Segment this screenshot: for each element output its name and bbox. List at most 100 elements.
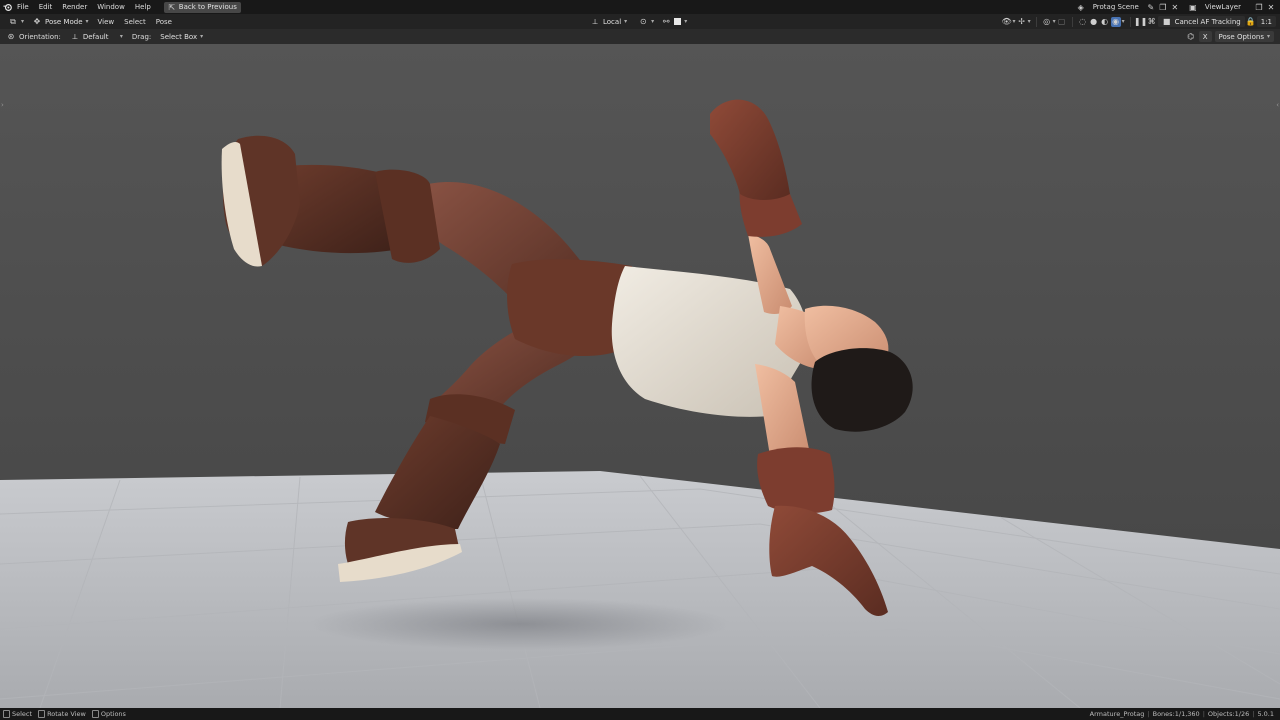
menu-help[interactable]: Help bbox=[130, 3, 156, 11]
chevron-down-icon[interactable]: ▾ bbox=[1028, 18, 1031, 25]
scene-name[interactable]: Protag Scene bbox=[1088, 3, 1144, 11]
chevron-down-icon[interactable]: ▾ bbox=[1013, 18, 1016, 25]
chevron-down-icon: ▾ bbox=[651, 18, 655, 25]
objects-count: Objects:1/26 bbox=[1207, 710, 1250, 718]
pose-options-button[interactable]: Pose Options ▾ bbox=[1214, 31, 1274, 42]
back-to-previous-button[interactable]: ⇱ Back to Previous bbox=[163, 1, 241, 13]
chevron-down-icon[interactable]: ▾ bbox=[684, 18, 687, 25]
solid-shading-icon[interactable]: ● bbox=[1089, 17, 1099, 27]
chevron-down-icon: ▾ bbox=[21, 18, 25, 25]
orientation-value: Default bbox=[82, 32, 109, 41]
gizmo-icon[interactable]: ✢ bbox=[1017, 17, 1027, 27]
mode-selector[interactable]: ✥ Pose Mode ▾ bbox=[28, 16, 93, 27]
material-shading-icon[interactable]: ◐ bbox=[1100, 17, 1110, 27]
divider: | bbox=[1202, 710, 1205, 718]
pin-icon[interactable]: ✎ bbox=[1146, 2, 1156, 12]
pose-mode-icon: ✥ bbox=[33, 17, 41, 26]
wireframe-shading-icon[interactable]: ◌ bbox=[1078, 17, 1088, 27]
editor-type-button[interactable]: ⧉ ▾ bbox=[4, 16, 28, 27]
snap-target-icon[interactable] bbox=[674, 18, 682, 25]
overlays-icon[interactable]: ◎ bbox=[1042, 17, 1052, 27]
blender-logo-icon[interactable] bbox=[2, 2, 12, 12]
top-menu-bar: File Edit Render Window Help ⇱ Back to P… bbox=[0, 0, 1280, 14]
viewport-header-right: 👁 ▾ ✢ ▾ ◎ ▾ ▢ ◌ ● ◐ ◉ ▾ ❚❚ ⌘ ■ Cancel AF Tr… bbox=[1001, 16, 1280, 27]
menu-pose[interactable]: Pose bbox=[151, 18, 177, 26]
back-arrow-icon: ⇱ bbox=[168, 2, 176, 12]
transform-orientation-icon: ⊛ bbox=[7, 32, 15, 41]
chevron-down-icon[interactable]: ▾ bbox=[1053, 18, 1056, 25]
chevron-down-icon: ▾ bbox=[200, 33, 204, 40]
tool-settings-right: ⌬ X Pose Options ▾ bbox=[1186, 31, 1280, 42]
divider bbox=[1129, 16, 1131, 27]
3d-viewport-icon: ⧉ bbox=[10, 16, 16, 26]
transform-space-label: Local bbox=[603, 17, 622, 26]
status-hints: Select Rotate View Options bbox=[0, 710, 126, 718]
drag-value: Select Box bbox=[160, 32, 198, 41]
rendered-shading-icon[interactable]: ◉ bbox=[1110, 16, 1121, 27]
x-mirror-toggle[interactable]: X bbox=[1198, 31, 1212, 42]
new-scene-icon[interactable]: ❐ bbox=[1158, 2, 1168, 12]
chevron-down-icon: ▾ bbox=[624, 18, 628, 25]
transform-space-dropdown[interactable]: ⟂ Local ▾ bbox=[586, 16, 631, 27]
transform-controls: ⟂ Local ▾ ⊙ ▾ ⚯ ▾ bbox=[586, 16, 687, 27]
menu-window[interactable]: Window bbox=[92, 3, 130, 11]
status-stats: Armature_Protag | Bones:1/1,360 | Object… bbox=[1090, 710, 1280, 718]
drag-dropdown[interactable]: Select Box ▾ bbox=[156, 31, 207, 42]
hint-select-label: Select bbox=[12, 710, 33, 718]
hint-select: Select bbox=[3, 710, 32, 718]
divider: | bbox=[1252, 710, 1255, 718]
chevron-down-icon: ▾ bbox=[1266, 33, 1270, 40]
3d-viewport[interactable]: › ‹ bbox=[0, 44, 1280, 708]
cancel-af-tracking-label: Cancel AF Tracking bbox=[1174, 17, 1241, 26]
divider bbox=[1035, 16, 1037, 27]
cancel-af-tracking-button[interactable]: ■ Cancel AF Tracking bbox=[1157, 16, 1245, 27]
mirror-icon[interactable]: ⌬ bbox=[1186, 32, 1196, 42]
chevron-down-icon[interactable]: ▾ bbox=[1122, 18, 1125, 25]
lock-icon[interactable]: 🔒 bbox=[1246, 17, 1256, 27]
hint-rotate-view-label: Rotate View bbox=[47, 710, 86, 718]
status-bar: Select Rotate View Options Armature_Prot… bbox=[0, 708, 1280, 720]
scene-icon[interactable]: ◈ bbox=[1076, 2, 1086, 12]
new-view-layer-icon[interactable]: ❐ bbox=[1254, 2, 1264, 12]
hint-options-label: Options bbox=[100, 710, 126, 718]
hint-options: Options bbox=[91, 710, 126, 718]
menu-edit[interactable]: Edit bbox=[34, 3, 58, 11]
orientation-axes-icon: ⟂ bbox=[72, 31, 78, 41]
mouse-middle-icon bbox=[38, 710, 46, 718]
view-layer-name[interactable]: ViewLayer bbox=[1200, 3, 1246, 11]
xray-icon[interactable]: ▢ bbox=[1057, 17, 1067, 27]
pose-options-label: Pose Options bbox=[1218, 32, 1264, 41]
tracking-icon[interactable]: ⌘ bbox=[1147, 17, 1157, 27]
tool-settings-bar: ⊛ Orientation: ⟂ Default ▾ Drag: Select … bbox=[0, 29, 1280, 44]
mode-label: Pose Mode bbox=[45, 17, 83, 26]
divider: | bbox=[1147, 710, 1150, 718]
delete-view-layer-icon[interactable]: ✕ bbox=[1266, 2, 1276, 12]
pause-icon[interactable]: ❚❚ bbox=[1134, 17, 1147, 27]
menu-render[interactable]: Render bbox=[57, 3, 92, 11]
delete-scene-icon[interactable]: ✕ bbox=[1170, 2, 1180, 12]
blender-version: 5.0.1 bbox=[1257, 710, 1274, 718]
orientation-dropdown[interactable]: ⟂ Default ▾ bbox=[66, 31, 127, 42]
character-shadow bbox=[310, 598, 730, 650]
menu-view[interactable]: View bbox=[93, 18, 120, 26]
hint-rotate-view: Rotate View bbox=[38, 710, 86, 718]
mouse-left-icon bbox=[3, 710, 10, 718]
menu-file[interactable]: File bbox=[12, 3, 34, 11]
chevron-down-icon: ▾ bbox=[85, 18, 89, 25]
sidebar-expand-arrow-icon[interactable]: ‹ bbox=[1276, 101, 1279, 109]
menu-select[interactable]: Select bbox=[119, 18, 151, 26]
ratio-label: 1:1 bbox=[1260, 17, 1272, 26]
pivot-point-dropdown[interactable]: ⊙ ▾ bbox=[634, 16, 658, 27]
visibility-icon[interactable]: 👁 bbox=[1001, 17, 1011, 27]
snap-icon[interactable]: ⚯ bbox=[661, 17, 671, 27]
drag-label: Drag: bbox=[131, 32, 152, 41]
viewport-render bbox=[0, 44, 1280, 708]
chevron-down-icon: ▾ bbox=[119, 33, 123, 40]
bones-count: Bones:1/1,360 bbox=[1152, 710, 1200, 718]
ratio-button[interactable]: 1:1 bbox=[1256, 16, 1276, 27]
back-to-previous-label: Back to Previous bbox=[178, 3, 237, 11]
pivot-icon: ⊙ bbox=[639, 17, 647, 26]
toolbar-expand-arrow-icon[interactable]: › bbox=[1, 101, 4, 109]
view-layer-icon[interactable]: ▣ bbox=[1188, 2, 1198, 12]
bracer-lower bbox=[757, 447, 835, 514]
